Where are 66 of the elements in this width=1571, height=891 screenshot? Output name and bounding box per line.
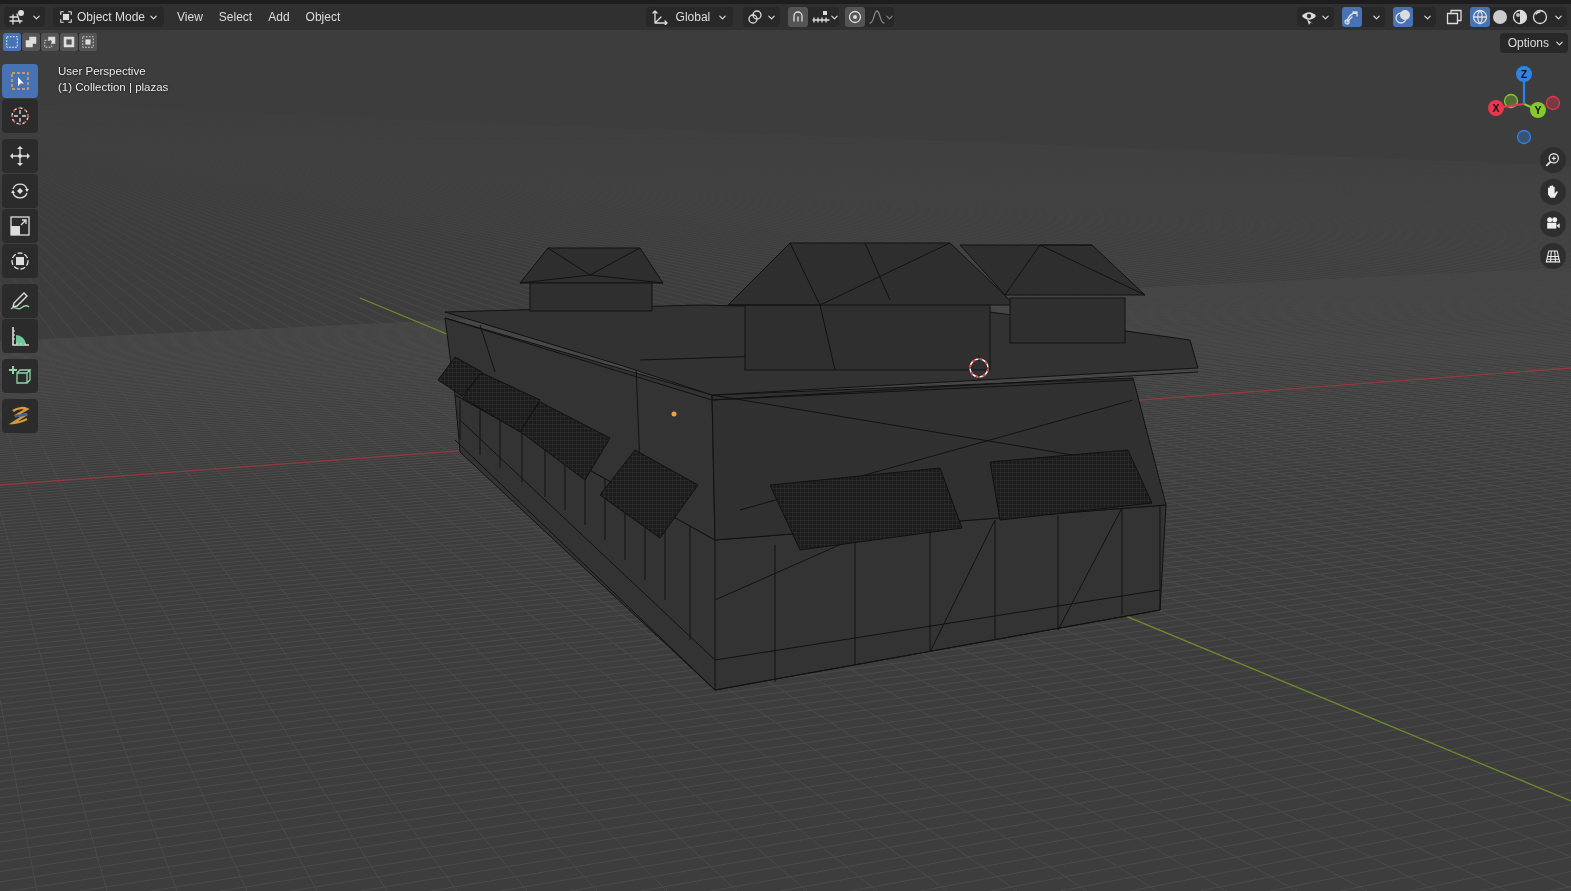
- proportional-editing-toggle[interactable]: [845, 7, 866, 27]
- rendered-shading-button[interactable]: [1530, 7, 1550, 27]
- mode-dropdown[interactable]: Object Mode: [53, 7, 165, 27]
- globe-icon: [1472, 9, 1488, 25]
- cursor-icon: [8, 104, 32, 128]
- invert-selection-mode-button[interactable]: [60, 33, 78, 51]
- scale-tool-button[interactable]: [2, 209, 38, 243]
- viewport-info-text: (1) Collection | plazas: [58, 81, 169, 93]
- rings-icon: [747, 9, 764, 25]
- sphere-icon: [1492, 9, 1508, 25]
- negative-axis-handle[interactable]: [1503, 93, 1519, 109]
- invert-square-icon: [62, 35, 76, 49]
- add-cube-tool-button[interactable]: [2, 359, 38, 393]
- menu-item[interactable]: View: [170, 8, 210, 26]
- axis-handle[interactable]: Z: [1516, 66, 1532, 104]
- xray-toggle[interactable]: [1444, 7, 1464, 27]
- intersect-square-icon: [81, 35, 95, 49]
- measure-tool-button[interactable]: [2, 319, 38, 353]
- subtract-squares-icon: [43, 35, 57, 49]
- dashed-square-icon: [5, 35, 19, 49]
- cursor-tool-button[interactable]: [2, 99, 38, 133]
- transform-icon: [8, 249, 32, 273]
- menu-item[interactable]: Add: [261, 8, 297, 26]
- 3d-cursor-icon: [966, 355, 992, 381]
- rotate-tool-button[interactable]: [2, 174, 38, 208]
- ring-dot-icon: [847, 9, 864, 25]
- editor-type-button[interactable]: [4, 7, 45, 27]
- squares-icon: [24, 35, 38, 49]
- visibility-dropdown[interactable]: [1297, 7, 1334, 27]
- origin-dot: [671, 411, 677, 417]
- negative-axis-handle[interactable]: [1545, 95, 1561, 111]
- set-selection-mode-button[interactable]: [3, 33, 21, 51]
- shear-tool-button[interactable]: [2, 399, 38, 433]
- wireframe-shading-button[interactable]: [1470, 7, 1490, 27]
- viewport-info-text: User Perspective: [58, 65, 147, 77]
- move-arrows-icon: [8, 144, 32, 168]
- axes-icon: [651, 9, 668, 25]
- intersect-selection-mode-button[interactable]: [79, 33, 97, 51]
- menu-item[interactable]: Select: [211, 8, 260, 26]
- ruler-icon: [812, 9, 831, 25]
- squares-icon: [1446, 9, 1462, 25]
- negative-axis-handle[interactable]: [1516, 129, 1532, 145]
- circles-icon: [1395, 9, 1411, 25]
- transform-tool-button[interactable]: [2, 244, 38, 278]
- move-tool-button[interactable]: [2, 139, 38, 173]
- menu-item[interactable]: Object: [298, 8, 348, 26]
- scale-icon: [8, 214, 32, 238]
- gizmo-toggle[interactable]: [1342, 7, 1362, 27]
- annotate-tool-button[interactable]: [2, 284, 38, 318]
- zoom-button[interactable]: [1540, 147, 1566, 173]
- axis-handle[interactable]: X: [1488, 100, 1525, 116]
- extend-selection-mode-button[interactable]: [22, 33, 40, 51]
- snap-toggle[interactable]: [788, 7, 809, 27]
- orientation-dropdown[interactable]: Global: [645, 7, 734, 27]
- overlays-toggle[interactable]: [1393, 7, 1413, 27]
- square-frame-icon: [59, 10, 73, 24]
- pivot-dropdown[interactable]: [743, 7, 781, 27]
- half-sphere-icon: [1512, 9, 1528, 25]
- material-shading-button[interactable]: [1510, 7, 1530, 27]
- solid-shading-button[interactable]: [1490, 7, 1510, 27]
- options-dropdown[interactable]: Options: [1499, 33, 1568, 53]
- arrow-curve-icon: [1344, 9, 1360, 25]
- subtract-selection-mode-button[interactable]: [41, 33, 59, 51]
- curve-icon: [869, 9, 886, 25]
- eye-icon: [1301, 9, 1317, 25]
- circle-icon: [1532, 9, 1548, 25]
